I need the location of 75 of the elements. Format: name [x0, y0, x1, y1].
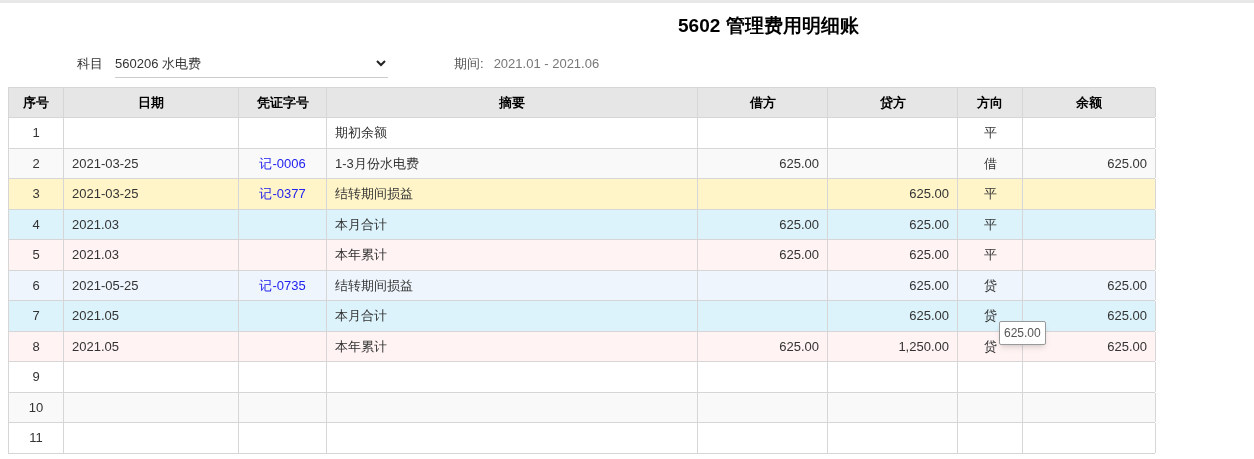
table-row[interactable]: 2 2021-03-25 记-0006 1-3月份水电费 625.00 借 625.00 [9, 148, 1155, 179]
table-cell-text: 625.00 [1107, 307, 1147, 325]
table-cell-text: 625.00 [909, 215, 949, 234]
table-row[interactable]: 3 2021-03-25 记-0377 结转期间损益 625.00 平 [9, 179, 1155, 210]
table-cell-text: 平 [983, 124, 997, 142]
table-cell-text: 2021.05 [72, 337, 119, 356]
table-cell-text: 5 [32, 246, 40, 264]
table-cell-text: 本月合计 [335, 215, 387, 234]
table-cell-text: 平 [983, 246, 997, 264]
column-header: 贷方 [879, 93, 906, 112]
table-cell-text: 2021.03 [72, 246, 119, 264]
column-header: 借方 [749, 93, 776, 112]
table-cell-text: 2021.05 [72, 307, 119, 325]
table-cell-text: 期初余额 [335, 124, 387, 142]
subject-label: 科目 [77, 55, 103, 74]
table-cell-text: 625.00 [779, 215, 819, 234]
table-cell-text: 625.00 [1107, 337, 1147, 356]
table-cell-text: 625.00 [779, 337, 819, 356]
table-cell-text: 本月合计 [335, 307, 387, 325]
table-cell-text: 2021-05-25 [72, 276, 139, 295]
voucher-link[interactable]: 记-0006 [259, 153, 306, 173]
table-row[interactable]: 5 2021.03 本年累计 625.00 625.00 平 [9, 240, 1155, 271]
table-cell-text: 7 [32, 307, 40, 325]
page-title: 5602 管理费用明细账 [678, 13, 859, 38]
table-cell-text: 625.00 [1107, 154, 1147, 173]
column-header: 日期 [138, 93, 164, 112]
table-cell-text: 9 [32, 368, 40, 386]
table-cell-text: 2 [32, 154, 40, 173]
table-row[interactable]: 9 [9, 362, 1155, 393]
column-header: 凭证字号 [256, 93, 309, 112]
subject-select[interactable]: 560206 水电费 [115, 50, 388, 78]
table-cell-text: 1 [32, 124, 40, 142]
column-header: 摘要 [499, 93, 525, 112]
table-cell-text: 625.00 [779, 246, 819, 264]
table-cell-text: 10 [28, 398, 44, 417]
table-cell-text: 贷 [983, 337, 997, 356]
column-header: 方向 [977, 93, 1003, 112]
tooltip: 625.00 [999, 321, 1046, 345]
table-cell-text: 625.00 [909, 307, 949, 325]
table-row[interactable]: 11 [9, 423, 1155, 454]
table-cell-text: 3 [32, 185, 40, 203]
table-cell-text: 2021-03-25 [72, 185, 139, 203]
table-cell-text: 8 [32, 337, 40, 356]
table-row[interactable]: 10 [9, 392, 1155, 423]
table-cell-text: 625.00 [909, 185, 949, 203]
table-row[interactable]: 4 2021.03 本月合计 625.00 625.00 平 [9, 209, 1155, 240]
table-cell-text: 平 [983, 215, 997, 234]
voucher-link[interactable]: 记-0377 [259, 184, 306, 204]
column-header: 序号 [23, 93, 49, 112]
period-label: 期间: [454, 55, 484, 74]
table-cell-text: 结转期间损益 [335, 276, 413, 295]
table-cell-text: 625.00 [909, 246, 949, 264]
table-cell-text: 借 [983, 154, 997, 173]
voucher-link[interactable]: 记-0735 [259, 275, 306, 295]
table-cell-text: 本年累计 [335, 246, 387, 264]
chevron-down-icon [376, 60, 386, 67]
table-row[interactable]: 1 期初余额 平 [9, 118, 1155, 149]
table-row[interactable]: 6 2021-05-25 记-0735 结转期间损益 625.00 贷 625.00 [9, 270, 1155, 301]
table-cell-text: 625.00 [909, 276, 949, 295]
table-cell-text: 4 [32, 215, 40, 234]
table-cell-text: 平 [983, 185, 997, 203]
table-cell-text: 1-3月份水电费 [335, 154, 419, 173]
table-cell-text: 11 [29, 429, 43, 447]
table-cell-text: 贷 [983, 276, 997, 295]
table-cell-text: 6 [32, 276, 40, 295]
table-cell-text: 2021-03-25 [72, 154, 139, 173]
column-header: 余额 [1076, 93, 1102, 112]
table-cell-text: 625.00 [779, 154, 819, 173]
period-value: 2021.01 - 2021.06 [493, 55, 600, 74]
table-cell-text: 1,250.00 [898, 337, 949, 356]
table-cell-text: 625.00 [1107, 276, 1147, 295]
table-cell-text: 贷 [983, 307, 997, 325]
table-cell-text: 结转期间损益 [335, 185, 413, 203]
table-cell-text: 本年累计 [335, 337, 387, 356]
table-cell-text: 2021.03 [72, 215, 119, 234]
